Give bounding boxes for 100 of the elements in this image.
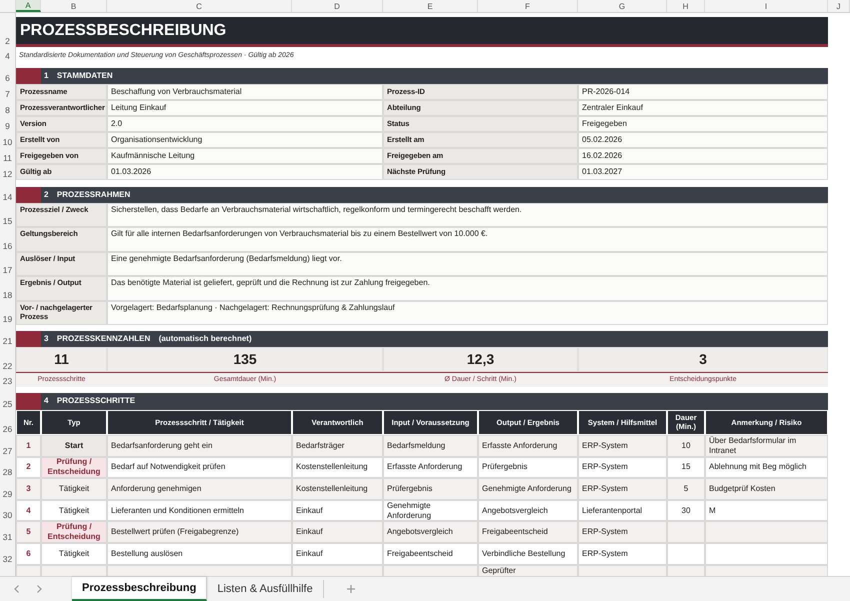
column-header[interactable]: J [828,0,850,12]
section-number: 2 [44,190,50,200]
table-cell: 6 [16,542,41,565]
row-number: 8 [0,100,16,116]
row-number: 29 [0,478,16,500]
table-cell: ERP-System [578,542,667,565]
table-cell: Anforderung genehmigen [107,478,292,500]
table-cell: Kaufmännische Leitung [107,148,383,164]
column-header[interactable]: E [383,0,478,12]
section-marker [16,330,41,347]
row-number: 14 [0,187,16,203]
table-cell: Tätigkeit [41,500,107,522]
row-number: 18 [0,276,16,301]
table-cell: Prüfung / Entscheidung [41,521,107,543]
section-title: PROZESSRAHMEN [56,190,130,200]
table-cell: Eine genehmigte Bedarfsanforderung (Bedarfsmeldung) liegt vor. [107,252,828,276]
section-note: (automatisch berechnet) [158,334,252,344]
table-cell: Ablehnung mit Beg möglich [705,456,828,478]
table-cell: Gilt für alle internen Bedarfsanforderungen von Verbrauchsmaterial bis zu einem Bestellwert von 10.000 €. [107,227,828,252]
table-cell: 4 [16,500,41,522]
row-number: 31 [0,521,16,543]
row-number: 16 [0,227,16,252]
row-number: 4 [0,50,16,62]
table-cell: 2 [16,456,41,478]
section-title: PROZESSSCHRITTE [56,396,136,406]
table-cell: Beschaffung von Verbrauchsmaterial [107,84,383,100]
row-number: 26 [0,410,16,435]
table-cell: Organisationsentwicklung [107,132,383,148]
table-cell: ERP-System [578,521,667,543]
table-cell: 16.02.2026 [578,148,828,164]
column-header[interactable]: C [107,0,292,12]
table-cell: PR-2026-014 [578,84,828,100]
column-header[interactable]: H [667,0,705,12]
metric-value: 11 [16,346,107,372]
table-cell: Prüfergebnis [383,478,478,500]
table-cell: ERP-System [578,456,667,478]
table-cell: Freigabeentscheid [478,521,578,543]
section-marker [16,187,41,203]
add-sheet-icon[interactable] [346,584,356,594]
column-header[interactable]: I [705,0,828,12]
table-cell: Freigegeben [578,116,828,132]
table-cell: Start [41,434,107,457]
section-number: 1 [44,71,50,81]
row-number: 27 [0,434,16,457]
column-header[interactable]: A [16,0,41,12]
row-number: 7 [0,84,16,100]
row-number: 2 [0,17,16,47]
table-cell: Zentraler Einkauf [578,100,828,116]
section-number: 4 [44,396,50,406]
section-title: PROZESSKENNZAHLEN [56,334,150,344]
table-cell: ERP-System [578,478,667,500]
table-cell: Lieferantenportal [578,500,667,522]
table-cell: Einkauf [292,542,383,565]
table-cell: Lieferanten und Konditionen ermitteln [107,500,292,522]
row-number: 30 [0,500,16,522]
row-number: 12 [0,164,16,180]
sheet-tab[interactable]: Prozessbeschreibung [72,577,208,601]
table-cell: Bedarf auf Notwendigkeit prüfen [107,456,292,478]
column-header[interactable]: F [478,0,578,12]
table-cell: Erfasste Anforderung [478,434,578,457]
column-header[interactable]: G [578,0,667,12]
row-number: 17 [0,252,16,276]
table-cell: Freigabeentscheid [383,542,478,565]
metric-value: 3 [578,346,828,372]
table-cell: 15 [667,456,705,478]
table-cell: 05.02.2026 [578,132,828,148]
table-cell: Bedarfsmeldung [383,434,478,457]
table-cell: Geprüfter [478,564,578,576]
row-number: 21 [0,330,16,347]
column-header[interactable]: D [292,0,383,12]
table-cell: Tätigkeit [41,478,107,500]
table-cell: Verbindliche Bestellung [478,542,578,565]
row-number: 6 [0,68,16,84]
table-cell: Bedarfsträger [292,434,383,457]
table-cell: Einkauf [292,500,383,522]
table-cell: Bestellwert prüfen (Freigabegrenze) [107,521,292,543]
table-cell: ERP-System [578,434,667,457]
table-cell: M [705,500,828,522]
table-cell: Bedarfsanforderung geht ein [107,434,292,457]
table-cell: 5 [16,521,41,543]
table-cell: Das benötigte Material ist geliefert, geprüft und die Rechnung ist zur Zahlung freigegeben. [107,276,828,301]
table-cell: Genehmigte Anforderung [383,500,478,522]
table-cell: 01.03.2027 [578,164,828,180]
table-cell: Angebotsvergleich [478,500,578,522]
section-number: 3 [44,334,50,344]
sheet-tab[interactable]: Listen & Ausfüllhilfe [207,580,324,598]
table-cell: Tätigkeit [41,542,107,565]
column-header[interactable]: B [41,0,107,12]
chevron-right-icon[interactable] [34,584,44,594]
table-cell: Budgetprüf Kosten [705,478,828,500]
row-number: 32 [0,542,16,565]
table-cell [667,521,705,543]
row-number: 22 [0,346,16,372]
table-cell: 30 [667,500,705,522]
table-cell: 5 [667,478,705,500]
row-number: 10 [0,132,16,148]
chevron-left-icon[interactable] [12,584,22,594]
table-cell: Sicherstellen, dass Bedarfe an Verbrauchsmaterial wirtschaftlich, regelkonform und termingerecht beschafft werden. [107,203,828,228]
row-number: 9 [0,116,16,132]
table-cell: Kostenstellenleitung [292,478,383,500]
